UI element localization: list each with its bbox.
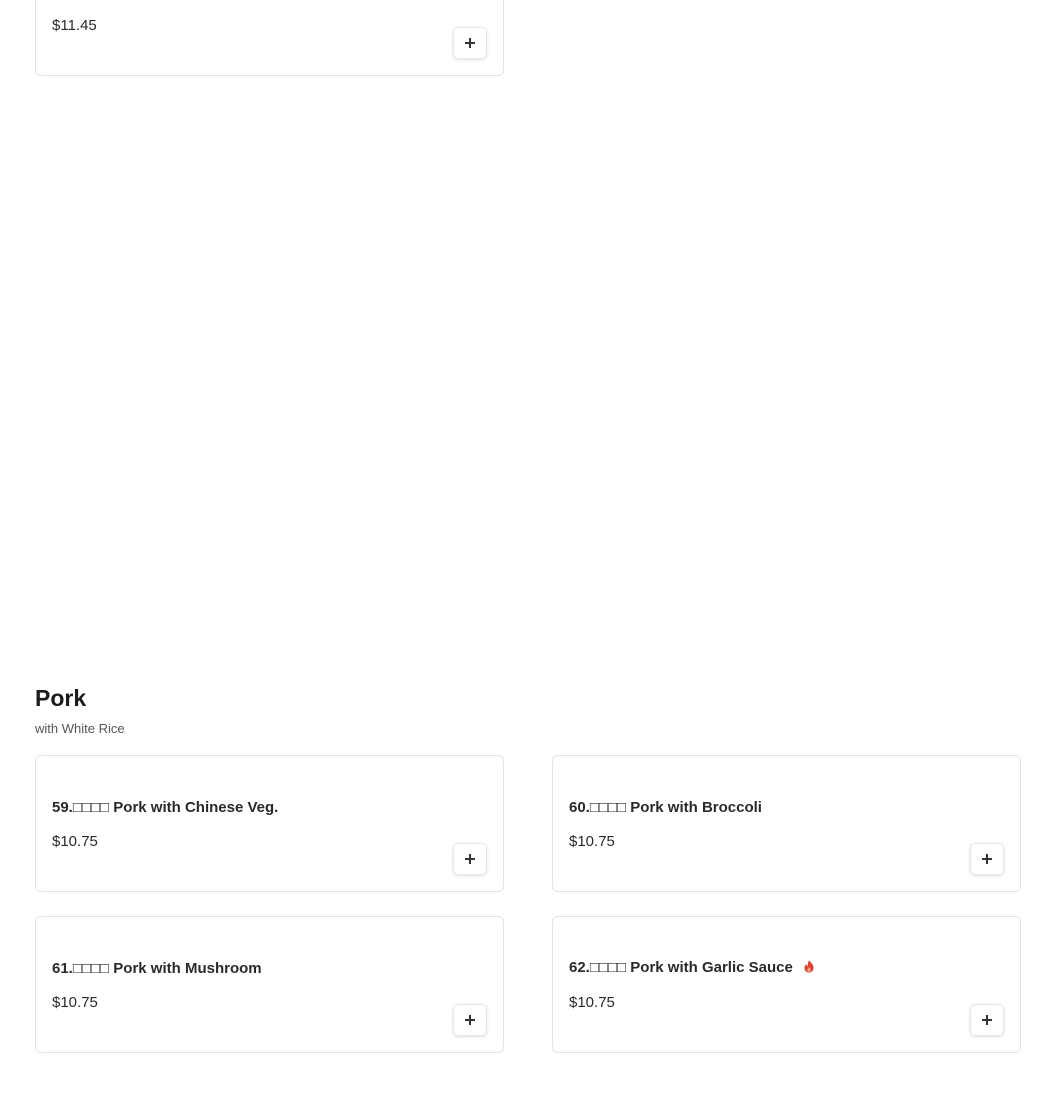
item-price: $10.75 <box>52 994 98 1011</box>
item-number: 62. <box>569 959 590 976</box>
plus-icon <box>982 854 992 864</box>
item-chinese-name: □□□□ <box>589 959 627 976</box>
add-to-cart-button[interactable] <box>453 843 487 875</box>
item-number: 61. <box>52 960 73 977</box>
menu-item-card[interactable]: $11.45 <box>35 0 504 76</box>
plus-icon <box>465 1015 475 1025</box>
item-number: 60. <box>569 799 590 816</box>
add-to-cart-button[interactable] <box>453 1004 487 1036</box>
item-chinese-name: □□□□ <box>589 799 627 816</box>
section-title: Pork <box>35 685 87 711</box>
item-english-name: Pork with Broccoli <box>630 799 762 816</box>
menu-item-card[interactable]: 60.□□□□ Pork with Broccoli $10.75 <box>552 755 1021 892</box>
item-price: $11.45 <box>52 17 97 34</box>
item-name: 60.□□□□ Pork with Broccoli <box>569 799 762 816</box>
add-to-cart-button[interactable] <box>970 1004 1004 1036</box>
item-name: 61.□□□□ Pork with Mushroom <box>52 960 262 977</box>
menu-item-card[interactable]: 61.□□□□ Pork with Mushroom $10.75 <box>35 916 504 1053</box>
item-name: 59.□□□□ Pork with Chinese Veg. <box>52 799 278 816</box>
plus-icon <box>982 1015 992 1025</box>
menu-item-card[interactable]: 62.□□□□ Pork with Garlic Sauce $10.75 <box>552 916 1021 1053</box>
item-price: $10.75 <box>569 994 615 1011</box>
chili-pepper-icon <box>803 960 815 977</box>
add-to-cart-button[interactable] <box>453 27 487 59</box>
item-price: $10.75 <box>52 833 98 850</box>
item-price: $10.75 <box>569 833 615 850</box>
item-number: 59. <box>52 799 73 816</box>
menu-item-card[interactable]: 59.□□□□ Pork with Chinese Veg. $10.75 <box>35 755 504 892</box>
plus-icon <box>465 38 475 48</box>
item-chinese-name: □□□□ <box>72 799 110 816</box>
item-english-name: Pork with Mushroom <box>113 960 262 977</box>
item-english-name: Pork with Chinese Veg. <box>113 799 279 816</box>
item-english-name: Pork with Garlic Sauce <box>630 959 793 976</box>
add-to-cart-button[interactable] <box>970 843 1004 875</box>
section-subtitle: with White Rice <box>35 721 125 736</box>
item-name: 62.□□□□ Pork with Garlic Sauce <box>569 959 815 977</box>
item-chinese-name: □□□□ <box>72 960 110 977</box>
plus-icon <box>465 854 475 864</box>
